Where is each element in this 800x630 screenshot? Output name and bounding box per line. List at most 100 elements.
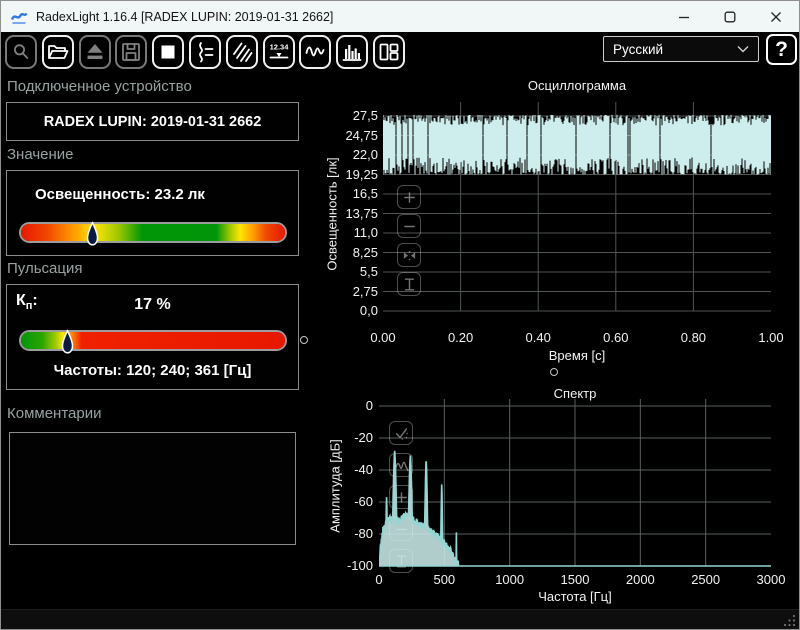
pulsation-section-header: Пульсация (7, 260, 83, 277)
oscillogram-xtick: 0.60 (603, 330, 629, 345)
oscillogram-fit-horizontal-button[interactable] (397, 243, 421, 267)
wave-icon (305, 46, 325, 57)
comments-input[interactable] (9, 432, 296, 545)
spectrum-ytick: -100 (346, 558, 373, 573)
illuminance-marker-icon (86, 221, 99, 247)
spectrum-view-button[interactable] (336, 35, 369, 69)
illuminance-scale-bar (19, 221, 287, 246)
open-file-button[interactable] (41, 35, 74, 69)
stop-square-icon (161, 45, 175, 59)
eject-icon (87, 44, 103, 59)
oscillogram-ytick: 24,75 (345, 127, 378, 143)
device-section-header: Подключенное устройство (7, 78, 192, 95)
oscillogram-zoom-out-button[interactable] (397, 214, 421, 238)
connected-device-value: RADEX LUPIN: 2019-01-31 2662 (6, 102, 299, 141)
signal-settings-button[interactable] (189, 35, 221, 69)
spectrum-xtick: 0 (375, 572, 383, 587)
oscillogram-ytick: 11,0 (353, 225, 378, 240)
oscillogram-title: Осциллограмма (527, 78, 627, 93)
help-button[interactable]: ? (766, 34, 797, 65)
spectrum-fit-vertical-button[interactable] (389, 549, 413, 573)
spectrum-xtick: 500 (433, 572, 456, 587)
app-window: RadexLight 1.16.4 [RADEX LUPIN: 2019-01-… (0, 0, 800, 630)
plus-icon (403, 191, 415, 203)
device-name: RADEX LUPIN: 2019-01-31 2662 (43, 113, 262, 130)
status-bar (1, 609, 799, 629)
spectrum-xlabel: Частота [Гц] (538, 589, 612, 604)
spectrum-ytick: -40 (354, 462, 373, 477)
spectrum-xtick: 1000 (495, 572, 525, 587)
illuminance-gradient (21, 224, 285, 241)
oscillogram-ytick: 5,5 (359, 264, 378, 279)
spectrum-xtick: 2000 (625, 572, 655, 587)
window-title: RadexLight 1.16.4 [RADEX LUPIN: 2019-01-… (36, 9, 334, 24)
oscillogram-fit-vertical-button[interactable] (397, 272, 421, 296)
layout-view-button[interactable] (373, 35, 405, 69)
svg-text:12.34: 12.34 (269, 43, 289, 52)
spectrum-ytick: 0 (365, 398, 373, 413)
spectrum-autoscale-button[interactable] (389, 421, 413, 445)
signal-settings-icon (199, 42, 214, 63)
oscillogram-xtick: 1.00 (758, 330, 784, 345)
floppy-icon (122, 43, 141, 61)
spectrum-ytick: -60 (354, 494, 373, 509)
oscillogram-ytick: 22,0 (352, 147, 378, 162)
oscillogram-xtick: 0.80 (680, 330, 707, 345)
stop-measurement-button[interactable] (152, 35, 185, 69)
pulsation-marker-icon (61, 329, 74, 355)
open-folder-icon (47, 45, 69, 59)
spectrum-ytick: -80 (354, 526, 373, 541)
spectrum-xtick: 1500 (560, 572, 590, 587)
window-controls (661, 1, 799, 32)
eject-device-button[interactable] (78, 35, 111, 69)
pulsation-scale-bar (19, 329, 287, 354)
numeric-display-icon: 12.34 (269, 43, 289, 59)
numeric-display-button[interactable]: 12.34 (262, 35, 295, 69)
illuminance-reading: Освещенность: 23.2 лк (35, 186, 205, 203)
value-section-header: Значение (7, 146, 74, 163)
oscillogram-ytick: 2,75 (352, 283, 378, 299)
oscillogram-xlabel: Время [с] (548, 348, 606, 363)
spectrum-zoom-in-button[interactable] (389, 485, 413, 509)
resize-grip[interactable] (784, 614, 796, 626)
oscillogram-ytick: 16,5 (352, 186, 378, 201)
spectrum-ytick: -20 (354, 430, 373, 445)
oscillogram-zoom-in-button[interactable] (397, 185, 421, 209)
language-select[interactable]: Русский (603, 36, 759, 62)
spectrum-zoom-out-button[interactable] (389, 517, 413, 541)
minimize-button[interactable] (661, 1, 707, 32)
check-icon (395, 427, 408, 440)
language-value: Русский (613, 41, 664, 57)
oscillogram-xtick: 0.00 (370, 330, 396, 345)
minus-icon (403, 225, 415, 227)
curve-icon (393, 461, 409, 471)
fitv-icon (404, 277, 414, 291)
oscillogram-xtick: 0.40 (525, 330, 551, 345)
preview-button[interactable] (5, 35, 37, 69)
oscillogram-view-button[interactable] (299, 35, 332, 69)
layout-icon (379, 43, 399, 61)
pulsation-value: 17 % (134, 296, 171, 313)
maximize-button[interactable] (707, 1, 753, 32)
close-icon (771, 11, 781, 22)
hatch-mode-button[interactable] (225, 35, 258, 69)
spectrum-ylabel: Амплитуда [дБ] (327, 439, 343, 533)
oscillogram-ytick: 19,25 (345, 166, 378, 182)
maximize-icon (724, 11, 736, 22)
save-file-button[interactable] (115, 35, 148, 69)
vertical-splitter-handle[interactable] (300, 336, 308, 344)
chevron-down-icon (737, 46, 749, 53)
titlebar: RadexLight 1.16.4 [RADEX LUPIN: 2019-01-… (1, 1, 799, 32)
minus-icon (395, 528, 407, 530)
app-logo-icon (10, 12, 28, 24)
horizontal-splitter-handle[interactable] (550, 368, 558, 376)
spectrum-envelope-button[interactable] (389, 453, 413, 477)
spectrum-xtick: 3000 (756, 572, 786, 587)
oscillogram-ytick: 13,75 (345, 205, 378, 221)
magnifier-doc-icon (14, 44, 29, 59)
spectrum-xtick: 2500 (691, 572, 721, 587)
fitv-icon (396, 554, 406, 568)
close-button[interactable] (753, 1, 799, 32)
fith-icon (403, 250, 415, 260)
comments-section-header: Комментарии (7, 405, 102, 422)
